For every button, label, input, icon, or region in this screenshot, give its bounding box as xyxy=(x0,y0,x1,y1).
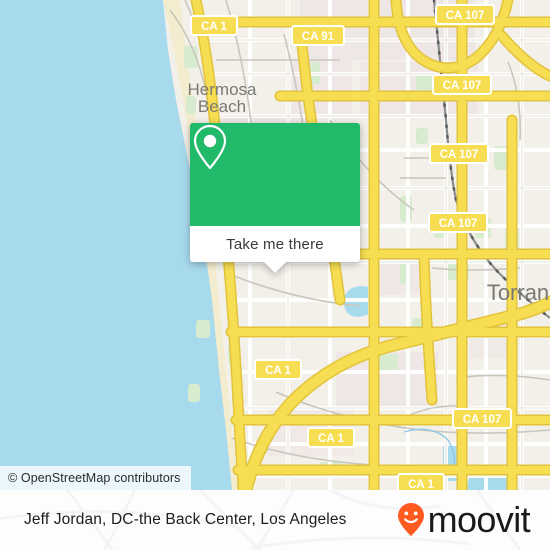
popup-pointer-tail xyxy=(264,262,286,273)
osm-attribution-text: © OpenStreetMap contributors xyxy=(8,471,181,485)
location-popup[interactable]: Take me there xyxy=(190,123,360,273)
shield-ca1-d: CA 1 xyxy=(397,473,445,490)
shield-ca107-e: CA 107 xyxy=(452,408,512,429)
svg-text:CA 107: CA 107 xyxy=(463,414,502,426)
svg-text:CA 107: CA 107 xyxy=(446,10,485,22)
shield-ca107-a: CA 107 xyxy=(435,4,495,25)
moovit-wordmark: moovit xyxy=(427,499,531,540)
page-title: Jeff Jordan, DC-the Back Center, Los Ang… xyxy=(24,511,347,528)
svg-text:CA 107: CA 107 xyxy=(443,80,482,92)
map-canvas[interactable]: Hermosa Beach Torran CA 1 CA 91 CA 107 C… xyxy=(0,0,550,490)
svg-text:CA 1: CA 1 xyxy=(265,365,291,377)
svg-text:CA 1: CA 1 xyxy=(201,21,227,33)
shield-ca107-b: CA 107 xyxy=(432,74,492,95)
svg-text:CA 107: CA 107 xyxy=(439,218,478,230)
shield-ca1-b: CA 1 xyxy=(254,359,302,380)
svg-text:CA 1: CA 1 xyxy=(318,433,344,445)
shield-ca1-a: CA 1 xyxy=(190,15,238,36)
osm-attribution[interactable]: © OpenStreetMap contributors xyxy=(0,466,191,490)
moovit-smiley-pin-icon xyxy=(397,503,424,536)
shield-ca1-c: CA 1 xyxy=(307,427,355,448)
shield-ca107-d: CA 107 xyxy=(428,212,488,233)
take-me-there-button[interactable]: Take me there xyxy=(190,226,360,262)
popup-image-area xyxy=(190,123,360,226)
place-label-hermosa-line2: Beach xyxy=(198,97,246,116)
take-me-there-label: Take me there xyxy=(226,235,324,253)
place-label-torrance: Torran xyxy=(487,280,549,305)
svg-text:CA 1: CA 1 xyxy=(408,479,434,490)
footer-bar: Jeff Jordan, DC-the Back Center, Los Ang… xyxy=(0,490,550,550)
svg-text:CA 91: CA 91 xyxy=(302,31,335,43)
moovit-logo[interactable]: moovit xyxy=(396,499,531,540)
shield-ca107-c: CA 107 xyxy=(429,143,489,164)
map-pin-icon xyxy=(193,124,227,170)
map-screenshot: Hermosa Beach Torran CA 1 CA 91 CA 107 C… xyxy=(0,0,550,550)
svg-text:CA 107: CA 107 xyxy=(440,149,479,161)
shield-ca91: CA 91 xyxy=(291,25,345,46)
